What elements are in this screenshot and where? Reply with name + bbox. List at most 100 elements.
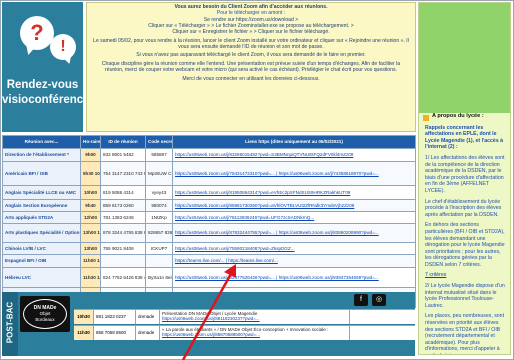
table-header-row: Réunion avec... Ho-raire ID de réunion C… [2,135,416,149]
header-meeting-id: ID de réunion [100,135,146,149]
postbac-row-link[interactable]: https://us06web.zoom.us/j/88118230237?pw… [162,316,347,321]
info-line-steps1: Cliquer sur « Télécharger » > Le fichier… [148,22,354,29]
row-time: 13h00 [80,242,101,255]
row-zoom-link[interactable]: https://us06web.zoom.us/j/75431472310?pw… [172,161,416,186]
brand-panel: ? ! Rendez-vous visioconférences [2,2,96,132]
row-time: 10h00 [80,185,101,200]
dn-made-logo: DN MADe Objet Bordeaux [20,296,70,332]
sidebar-decor-strip [419,3,510,113]
row-zoom-link[interactable]: https://us06web.zoom.us/j/82477526426?pw… [172,267,416,288]
postbac-label: POST-BAC [2,292,18,356]
row-name: Anglais Section Européenne [2,199,81,212]
header-time: Ho-raire [80,135,101,149]
table-row: Anglais Spécialité LLCE ou AMC 10h00 819… [2,185,416,200]
row-name: Hébreu LVC [2,267,81,288]
info-line-download: Pour le télécharger en amont : [216,10,286,17]
header-links: Liens https (dites uniquement au 05/02/2… [172,135,416,149]
facebook-icon[interactable]: f [354,294,368,306]
table-row: Chinois LV/B / LVC 13h00 755 9021 8408 I… [2,242,416,255]
row-code: vyey43 [145,185,173,200]
question-mark-glyph: ? [30,20,44,45]
row-zoom-link[interactable]: https://us06web.zoom.us/j/87832444755?pw… [172,223,416,243]
row-code: 980074 [145,199,173,212]
postbac-row: 10h30 881 1823 0237 dnmade Présentation … [74,309,415,324]
row-meeting-id [100,254,146,268]
row-zoom-link[interactable]: https://us06web.zoom.us/j/85981730260?pw… [172,199,416,212]
sidebar-intro: Rappels concernant les affectations en E… [425,124,504,151]
row-time: 11h30 14h15 [80,267,101,288]
info-paragraph-discipline: Chaque discipline gère la réunion comme … [101,60,401,74]
row-code: 1NtZKp [145,211,173,224]
postbac-row-code: dnmade [136,326,160,340]
row-zoom-link[interactable]: https://us06web.zoom.us/j/75590218408?pw… [172,242,416,255]
row-name: Chinois LV/B / LVC [2,242,81,255]
postbac-row-time: 11h30 [74,326,94,340]
dn-made-logo-city: Bordeaux [35,317,55,322]
row-meeting-id: 878 3244 4755 838 6020 6990 [100,223,146,243]
row-teams-link[interactable]: https://teams.live.com/... | https://tea… [172,254,416,268]
postbac-section: POST-BAC DN MADe Objet Bordeaux 10h30 88… [2,292,415,356]
meetings-table: Réunion avec... Ho-raire ID de réunion C… [2,135,416,308]
row-code: ICKUP7 [145,242,173,255]
postbac-row-meeting-id: 858 7058 8500 [94,326,136,340]
row-name: Direction de l'établissement * [2,148,81,162]
row-time: 13h00 14h15 [80,223,101,243]
row-meeting-id: 755 9021 8408 [100,242,146,255]
table-row: Américain BFI / OIB 9h30 10h30 11h30 754… [2,161,416,186]
postbac-row-code: dnmade [136,310,160,324]
row-time: 12h00 [80,211,101,224]
sidebar-paragraph-4: 2/ Le lycée Magendie dispose d'un intern… [425,283,505,309]
sidebar-paragraph-2: Le chef d'établissement du lycée procède… [425,198,502,218]
postbac-row-time: 10h30 [74,310,94,324]
brand-title-line2: visioconférences [2,94,96,106]
info-paragraph-connect: Merci de vous connecter en utilisant les… [182,75,320,82]
sidebar-paragraph-3: En dehors des sections particulières (BF… [425,222,505,268]
dn-made-logo-badge: DN MADe Objet Bordeaux [23,299,67,329]
sidebar-paragraph-1: 1/ Les affectations des élèves sont de l… [425,154,505,194]
row-code: Mp3sUW C1h8qn [145,161,173,186]
row-meeting-id: 754 3147 2310 743 5861 8970 [100,161,146,186]
exclamation-bubble-icon: ! [50,34,76,60]
brand-title: Rendez-vous visioconférences [2,78,96,108]
about-sidebar: A propos du lycée : Rappels concernant l… [418,2,511,355]
table-row: Arts appliqués STD2A 12h00 781 1383 6246… [2,211,416,224]
brand-title-line1: Rendez-vous [6,79,79,91]
table-row: Arts plastiques Spécialité / Option 13h0… [2,223,416,243]
row-meeting-id: 781 1383 6246 [100,211,146,224]
row-zoom-link[interactable]: https://us04web.zoom.us/j/78113836246?pw… [172,211,416,224]
row-meeting-id: 824 7752 6426 838 4735 4669 [100,267,146,288]
postbac-row-details: Présentation DN MADe Objet / Lycée Magen… [160,310,350,324]
row-code: 585887 [145,148,173,162]
info-paragraph-saturday: Le samedi 05/02, pour vous rendre à la r… [93,37,409,50]
row-time: 9h40 [80,199,101,212]
sidebar-paragraph-5: Les places, peu nombreuses, sont réservé… [425,313,505,354]
sidebar-title: A propos du lycée : [432,113,484,119]
row-meeting-id: 859 8173 0260 [100,199,146,212]
postbac-row-title: Présentation DN MADe Objet / Lycée Magen… [162,311,258,316]
row-name: Espagnol BFI / OIB [2,254,81,268]
header-meeting: Réunion avec... [2,135,81,149]
postbac-row: 11h30 858 7058 8500 dnmade « La parole a… [74,325,415,340]
row-code: ByXa1n 8eiLis [145,267,173,288]
criteria-link[interactable]: 7 critères [425,272,446,278]
postbac-row-details: « La parole aux étudiants » / DN MADe Ob… [160,326,350,340]
postbac-row-link[interactable]: https://us06web.zoom.us/j/85870588500?pw… [162,332,347,337]
row-name: Anglais Spécialité LLCE ou AMC [2,185,81,200]
row-zoom-link[interactable]: https://us06web.zoom.us/j/81950864314?pw… [172,185,416,200]
row-zoom-link[interactable]: https://us06web.zoom.us/j/83286015482?pw… [172,148,416,162]
row-meeting-id: 819 5086 4314 [100,185,146,200]
table-row: Hébreu LVC 11h30 14h15 824 7752 6426 838… [2,267,416,288]
row-name: Américain BFI / OIB [2,161,81,186]
info-line-client: Vous aurez besoin du Client Zoom afin d'… [174,4,328,10]
info-line-steps2: Cliquer sur « Enregistrer le fichier » >… [172,29,330,36]
row-meeting-id: 832 8601 5482 [100,148,146,162]
row-time: 9h30 10h30 11h30 [80,161,101,186]
sidebar-body: A propos du lycée : Rappels concernant l… [425,113,507,354]
table-row: Anglais Section Européenne 9h40 859 8173… [2,199,416,212]
header-code: Code secret [145,135,173,149]
info-paragraph-install: Si vous n'avez pas auparavant téléchargé… [136,52,366,59]
question-bubble-icon: ? [20,16,54,50]
instagram-icon[interactable]: ◎ [372,294,386,306]
table-row: Espagnol BFI / OIB 11h00 14h00 https://t… [2,254,416,268]
info-line-zoom-link[interactable]: Se rendre sur https://zoom.us/download > [204,17,298,23]
